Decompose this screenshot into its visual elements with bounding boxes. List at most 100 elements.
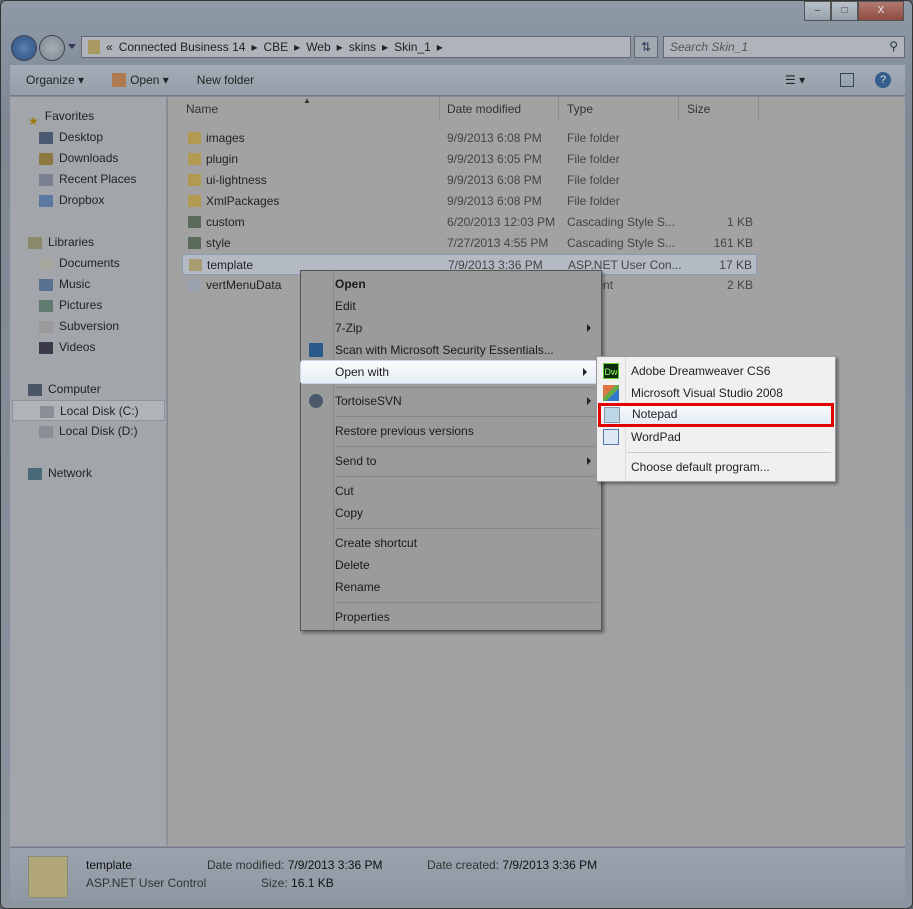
dreamweaver-icon: Dw [603,363,619,379]
crumb[interactable]: Connected Business 14 [119,40,246,54]
search-input[interactable]: Search Skin_1 ⚲ [663,36,905,58]
address-bar[interactable]: « Connected Business 14 ▸ CBE ▸ Web ▸ skins… [81,36,631,58]
file-name: images [206,131,245,145]
crumb-overflow[interactable]: « [106,40,113,54]
file-row-custom[interactable]: custom 6/20/2013 12:03 PM Cascading Styl… [182,212,757,233]
recent-pages-icon[interactable] [68,44,76,49]
file-size: 2 KB [726,278,753,292]
file-row-images[interactable]: images 9/9/2013 6:08 PM File folder [182,128,757,149]
crumb[interactable]: CBE [263,40,288,54]
created-value: 7/9/2013 3:36 PM [502,858,598,872]
menu-item-restore-previous-versions[interactable]: Restore previous versions [301,420,601,442]
sidebar-item-desktop[interactable]: Desktop [39,127,103,148]
submenu-item-wordpad[interactable]: WordPad [597,426,835,448]
file-name: ui-lightness [206,173,267,187]
file-date: 9/9/2013 6:08 PM [447,173,542,187]
sidebar-item-documents[interactable]: Documents [39,253,120,274]
folder-file-icon [188,153,201,165]
menu-item-send-to[interactable]: Send to [301,450,601,472]
view-options-button[interactable]: ☰ ▾ [785,73,805,87]
menu-item-properties[interactable]: Properties [301,606,601,628]
security-essentials-icon [309,343,323,357]
folder-file-icon [188,132,201,144]
submenu-item-choose-default-program[interactable]: Choose default program... [597,456,835,478]
crumb[interactable]: Web [306,40,330,54]
close-button[interactable]: X [858,1,904,21]
new-folder-button[interactable]: New folder [197,73,254,87]
modified-label: Date modified: [207,858,285,872]
minimize-button[interactable]: – [804,1,831,21]
file-row-XmlPackages[interactable]: XmlPackages 9/9/2013 6:08 PM File folder [182,191,757,212]
sidebar-favorites[interactable]: ★ Favorites [28,106,94,128]
file-row-style[interactable]: style 7/27/2013 4:55 PM Cascading Style … [182,233,757,254]
help-icon[interactable]: ? [875,72,891,88]
menu-item-rename[interactable]: Rename [301,576,601,598]
file-size: 17 KB [719,258,752,272]
sidebar-libraries[interactable]: Libraries [28,232,94,253]
sidebar-item-subversion[interactable]: Subversion [39,316,119,337]
music-icon [39,278,53,291]
submenu-item-dreamweaver[interactable]: Dw Adobe Dreamweaver CS6 [597,360,835,382]
menu-item-open[interactable]: Open [301,273,601,295]
sidebar-network[interactable]: Network [28,463,92,484]
open-button[interactable]: Open ▾ [112,73,169,88]
navigation-pane: ★ Favorites Desktop Downloads Recent Plac… [10,97,167,846]
sidebar-computer[interactable]: Computer [28,379,101,400]
organize-button[interactable]: Organize ▾ [26,73,84,87]
menu-item-delete[interactable]: Delete [301,554,601,576]
command-bar: Organize ▾ Open ▾ New folder ☰ ▾ ? [10,65,905,96]
crumb[interactable]: skins [349,40,376,54]
menu-item-copy[interactable]: Copy [301,502,601,524]
created-label: Date created: [427,858,500,872]
file-row-ui-lightness[interactable]: ui-lightness 9/9/2013 6:08 PM File folde… [182,170,757,191]
xml-file-icon [188,279,201,291]
file-row-plugin[interactable]: plugin 9/9/2013 6:05 PM File folder [182,149,757,170]
column-header-type[interactable]: Type [559,97,679,121]
desktop-icon [39,131,53,144]
pictures-icon [39,299,53,312]
column-header-name[interactable]: Name ▲ [178,96,440,121]
css-file-icon [188,216,201,228]
menu-item-cut[interactable]: Cut [301,480,601,502]
sidebar-item-music[interactable]: Music [39,274,90,295]
status-file-type: ASP.NET User Control [86,876,207,890]
file-name: plugin [206,152,239,166]
file-type: File folder [567,152,620,166]
visual-studio-icon [603,385,619,401]
sidebar-item-local-disk-c[interactable]: Local Disk (C:) [12,400,165,421]
sidebar-item-dropbox[interactable]: Dropbox [39,190,104,211]
documents-icon [39,257,53,270]
sidebar-item-videos[interactable]: Videos [39,337,95,358]
menu-item-tortoisesvn[interactable]: TortoiseSVN [301,390,601,412]
crumb[interactable]: Skin_1 [394,40,431,54]
submenu-item-visual-studio[interactable]: Microsoft Visual Studio 2008 [597,382,835,404]
file-type: Cascading Style S... [567,236,676,250]
sidebar-item-recent-places[interactable]: Recent Places [39,169,136,190]
file-type: File folder [567,131,620,145]
column-header-size[interactable]: Size [679,97,759,121]
menu-item-7zip[interactable]: 7-Zip [301,317,601,339]
sidebar-item-pictures[interactable]: Pictures [39,295,102,316]
status-file-name: template [86,858,133,872]
menu-item-scan[interactable]: Scan with Microsoft Security Essentials.… [301,339,601,361]
ascx-file-icon [189,259,202,271]
libraries-icon [28,236,42,249]
menu-item-create-shortcut[interactable]: Create shortcut [301,532,601,554]
file-size: 1 KB [726,215,753,229]
dropbox-icon [39,194,53,207]
menu-item-edit[interactable]: Edit [301,295,601,317]
menu-item-open-with[interactable]: Open with [300,360,598,384]
open-with-submenu: Dw Adobe Dreamweaver CS6 Microsoft Visual… [596,356,836,482]
sidebar-item-local-disk-d[interactable]: Local Disk (D:) [39,421,138,442]
forward-button[interactable] [39,35,65,61]
visual-studio-icon [112,73,127,88]
file-date: 9/9/2013 6:08 PM [447,194,542,208]
back-button[interactable] [11,35,37,61]
preview-pane-button[interactable] [840,73,854,87]
sidebar-item-downloads[interactable]: Downloads [39,148,118,169]
maximize-button[interactable]: □ [831,1,858,21]
column-header-date[interactable]: Date modified [439,97,559,121]
refresh-button[interactable]: ⇅ [634,36,658,58]
drive-icon [39,425,53,438]
submenu-item-notepad[interactable]: Notepad [598,403,834,427]
